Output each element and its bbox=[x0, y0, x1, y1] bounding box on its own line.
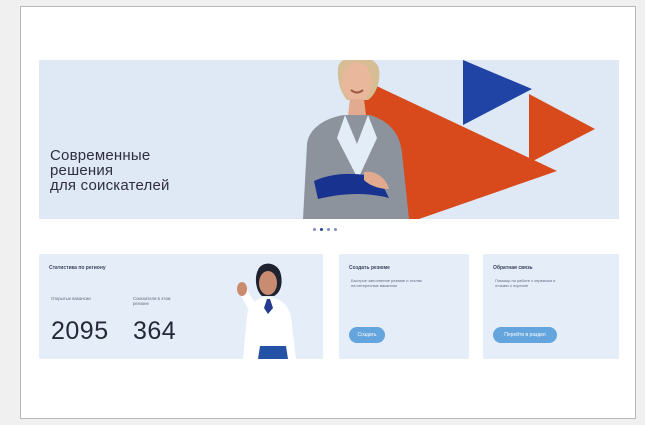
hero-title: Современные решения для соискателей bbox=[50, 148, 170, 193]
vacancies-title: Статистика по региону bbox=[49, 265, 106, 271]
open-vacancies-value: 2095 bbox=[51, 317, 109, 345]
hero-title-line-3: для соискателей bbox=[50, 177, 170, 194]
blue-triangle bbox=[463, 60, 532, 125]
applicants-value: 364 bbox=[133, 317, 177, 345]
employee-face bbox=[259, 271, 277, 295]
employee-hand bbox=[237, 282, 247, 296]
feedback-title: Обратная связь bbox=[493, 265, 533, 271]
page: Современные решения для соискателей Стат… bbox=[20, 6, 636, 419]
create-resume-text: Быстрое заполнение резюме и отклик на ин… bbox=[351, 278, 422, 288]
feedback-button[interactable]: Перейти в раздел bbox=[493, 327, 557, 343]
employee-illustration bbox=[237, 263, 296, 359]
hero-banner[interactable]: Современные решения для соискателей bbox=[39, 60, 619, 219]
create-resume-button[interactable]: Создать bbox=[349, 327, 385, 343]
woman-face bbox=[342, 62, 372, 102]
woman-figure bbox=[303, 60, 409, 219]
feedback-text: Помощь по работе с сервисом и отзывы о п… bbox=[495, 278, 556, 288]
feedback-card: Обратная связь Помощь по работе с сервис… bbox=[483, 254, 619, 359]
orange-triangle-small bbox=[529, 94, 595, 163]
create-resume-card: Создать резюме Быстрое заполнение резюме… bbox=[339, 254, 469, 359]
open-vacancies-label: Открытые вакансии bbox=[51, 296, 91, 301]
carousel-dot-3[interactable] bbox=[327, 228, 330, 231]
hero-title-line-1: Современные bbox=[50, 147, 151, 164]
carousel-dot-2[interactable] bbox=[320, 228, 323, 231]
hero-title-line-2: решения bbox=[50, 162, 114, 179]
create-resume-title: Создать резюме bbox=[349, 265, 390, 271]
hero-illustration bbox=[303, 60, 595, 219]
applicants-label: Соискатели в этом регионе bbox=[133, 296, 171, 306]
carousel-dot-4[interactable] bbox=[334, 228, 337, 231]
woman-neck bbox=[348, 99, 366, 115]
hero-carousel-dots bbox=[313, 228, 337, 231]
employee-folder bbox=[258, 346, 288, 359]
carousel-dot-1[interactable] bbox=[313, 228, 316, 231]
vacancies-card: Статистика по региону Открытые вакансии … bbox=[39, 254, 323, 359]
